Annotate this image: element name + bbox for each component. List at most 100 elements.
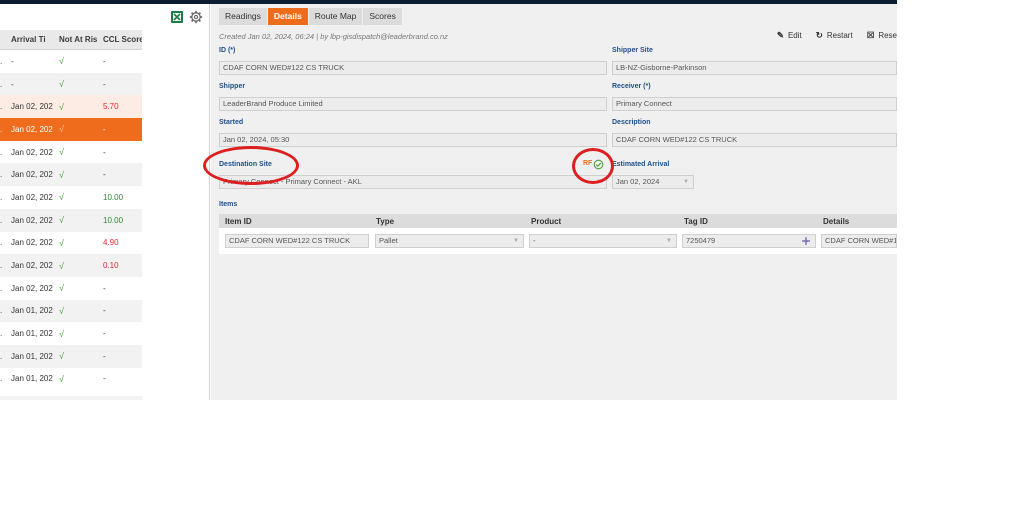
arrival-cell: Jan 02, 202 <box>11 238 53 248</box>
arrival-cell: Jan 02, 202 <box>11 147 53 157</box>
arrival-cell: Jan 01, 202 <box>11 374 53 384</box>
table-row[interactable]: . - √ - <box>0 50 142 73</box>
items-col-item-id: Item ID <box>225 216 252 226</box>
row-truncated-cell: . <box>0 306 3 316</box>
column-header-ccl-score[interactable]: CCL Score <box>100 35 142 44</box>
ccl-score-cell: 4.90 <box>103 238 119 248</box>
reset-button[interactable]: ☒ Rese <box>867 30 897 41</box>
item-type-value: Pallet <box>379 236 398 245</box>
not-at-risk-check-icon: √ <box>59 373 64 384</box>
row-truncated-cell: . <box>0 147 3 157</box>
table-row[interactable]: . Jan 01, 202 √ - <box>0 322 142 345</box>
gear-icon[interactable] <box>189 10 203 24</box>
table-row[interactable]: . Jan 02, 202 √ 0.10 <box>0 254 142 277</box>
table-row[interactable]: . Jan 02, 202 √ - <box>0 163 142 187</box>
arrival-cell: Jan 01, 202 <box>11 351 53 361</box>
row-truncated-cell: . <box>0 283 3 293</box>
rfid-tag-icon[interactable] <box>801 236 811 246</box>
items-header: Item ID Type Product Tag ID Details <box>219 214 897 228</box>
items-label: Items <box>219 201 238 208</box>
tab-scores[interactable]: Scores <box>363 8 402 25</box>
arrival-cell: Jan 02, 202 <box>11 170 53 180</box>
table-row[interactable]: . Jan 01, 202 √ - <box>0 299 142 323</box>
grid-header: Arrival Ti Not At Ris CCL Score <box>0 30 142 50</box>
arrival-cell: Jan 02, 202 <box>11 102 53 112</box>
item-id-field[interactable]: CDAF CORN WED#122 CS TRUCK <box>225 234 369 248</box>
id-label: ID (*) <box>219 47 236 54</box>
table-row[interactable]: . - √ - <box>0 72 142 96</box>
app-window: Arrival Ti Not At Ris CCL Score . - √ -. - √ -… <box>0 0 897 400</box>
not-at-risk-check-icon: √ <box>59 56 64 67</box>
started-field[interactable]: Jan 02, 2024, 05:30 <box>219 133 607 147</box>
arrival-cell: Jan 01, 202 <box>11 306 53 316</box>
estimated-arrival-label: Estimated Arrival <box>612 161 670 168</box>
row-truncated-cell: . <box>0 170 3 180</box>
row-truncated-cell: . <box>0 124 3 134</box>
not-at-risk-check-icon: √ <box>59 283 64 294</box>
not-at-risk-check-icon: √ <box>59 79 64 90</box>
restart-button[interactable]: ↻ Restart <box>816 30 853 41</box>
row-truncated-cell: . <box>0 238 3 248</box>
table-row[interactable]: . Jan 02, 202 √ - <box>0 277 142 300</box>
estimated-arrival-value: Jan 02, 2024 <box>616 177 660 186</box>
item-type-select[interactable]: Pallet ▼ <box>375 234 524 248</box>
column-header-not-at-risk[interactable]: Not At Ris <box>56 35 100 44</box>
edit-button[interactable]: ✎ Edit <box>777 30 802 41</box>
details-panel: Readings Details Route Map Scores Create… <box>203 4 897 400</box>
arrival-cell: Jan 02, 202 <box>11 192 53 202</box>
table-row[interactable]: . Jan 02, 202 √ - <box>0 118 142 141</box>
column-header-arrival[interactable]: Arrival Ti <box>8 35 56 44</box>
arrival-cell: Jan 02, 202 <box>11 215 53 225</box>
item-tag-id-field[interactable]: 7250479 <box>682 234 816 248</box>
items-col-type: Type <box>376 216 395 226</box>
pencil-icon: ✎ <box>776 30 784 40</box>
row-truncated-cell: . <box>0 215 3 225</box>
id-field[interactable]: CDAF CORN WED#122 CS TRUCK <box>219 61 607 75</box>
table-row[interactable]: . Jan 02, 202 √ 4.90 <box>0 232 142 255</box>
receiver-field[interactable]: Primary Connect <box>612 97 897 111</box>
item-tag-id-value: 7250479 <box>686 236 716 245</box>
ccl-score-cell: - <box>103 374 106 384</box>
ccl-score-cell: 5.70 <box>103 102 119 112</box>
table-row[interactable]: . Jan 01, 202 √ - <box>0 368 142 391</box>
excel-export-icon[interactable] <box>170 10 184 24</box>
reset-label: Rese <box>878 31 897 40</box>
table-row[interactable]: . Jan 02, 202 √ 10.00 <box>0 186 142 209</box>
receiver-label: Receiver (*) <box>612 83 651 90</box>
shipper-field[interactable]: LeaderBrand Produce Limited <box>219 97 607 111</box>
table-row[interactable]: . Jan 01, 202 √ - <box>0 344 142 368</box>
annotation-circle-rf <box>572 148 614 184</box>
table-row[interactable]: . Jan 02, 202 √ 10.00 <box>0 208 142 232</box>
arrival-cell: Jan 01, 202 <box>11 329 53 339</box>
chevron-down-icon: ▼ <box>683 179 689 185</box>
table-row[interactable]: . Jan 02, 202 √ - <box>0 141 142 164</box>
item-details-field[interactable]: CDAF CORN WED#12 <box>821 234 897 248</box>
item-product-select[interactable]: - ▼ <box>529 234 677 248</box>
row-truncated-cell: . <box>0 374 3 384</box>
ccl-score-cell: 0.10 <box>103 261 119 271</box>
action-bar: ✎ Edit ↻ Restart ☒ Rese <box>777 30 897 41</box>
close-box-icon: ☒ <box>866 30 875 40</box>
table-row[interactable]: . Jan 02, 202 √ 5.70 <box>0 95 142 119</box>
restart-icon: ↻ <box>815 30 823 40</box>
estimated-arrival-select[interactable]: Jan 02, 2024 ▼ <box>612 175 694 189</box>
row-truncated-cell: . <box>0 56 3 66</box>
shipper-site-field[interactable]: LB-NZ-Gisborne-Parkinson <box>612 61 897 75</box>
description-label: Description <box>612 119 651 126</box>
not-at-risk-check-icon: √ <box>59 215 64 226</box>
description-field[interactable]: CDAF CORN WED#122 CS TRUCK <box>612 133 897 147</box>
row-truncated-cell: . <box>0 351 3 361</box>
row-truncated-cell: . <box>0 192 3 202</box>
not-at-risk-check-icon: √ <box>59 351 64 362</box>
not-at-risk-check-icon: √ <box>59 237 64 248</box>
ccl-score-cell: - <box>103 170 106 180</box>
tab-details[interactable]: Details <box>267 8 308 25</box>
items-table: Item ID Type Product Tag ID Details CDAF… <box>219 214 897 254</box>
tab-route-map[interactable]: Route Map <box>308 8 363 25</box>
tab-readings[interactable]: Readings <box>219 8 267 25</box>
chevron-down-icon: ▼ <box>666 238 672 244</box>
restart-label: Restart <box>826 31 853 40</box>
grid-partial-row <box>0 396 142 400</box>
chevron-down-icon: ▼ <box>513 238 519 244</box>
not-at-risk-check-icon: √ <box>59 169 64 180</box>
